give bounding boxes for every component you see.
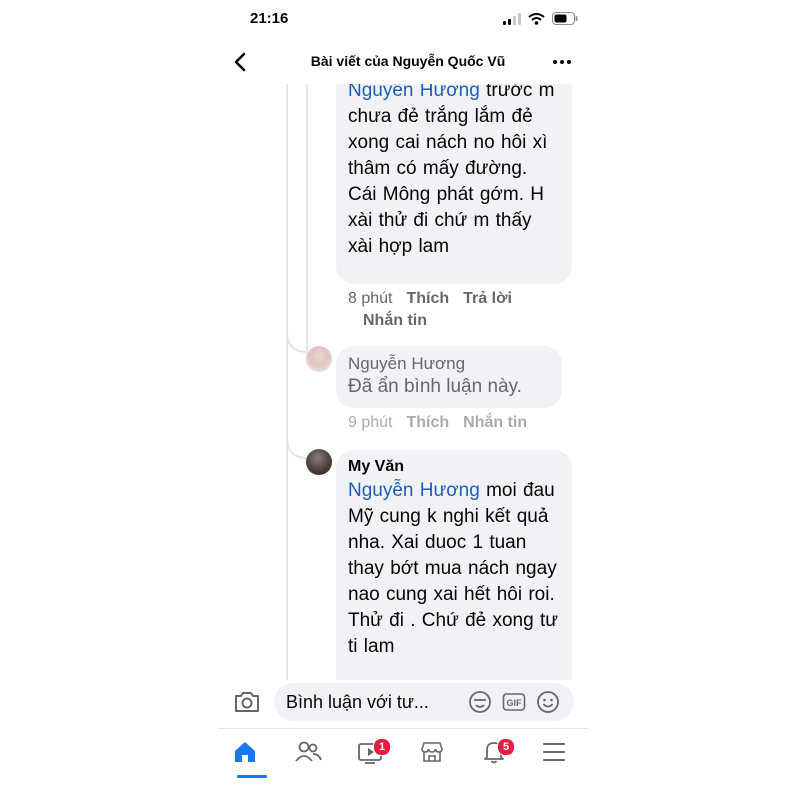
chevron-left-icon bbox=[234, 52, 246, 72]
comment-text-my-van: Nguyễn Hương moi đau Mỹ cung k nghi kết … bbox=[348, 480, 558, 657]
tab-bar: 1 5 bbox=[218, 728, 588, 778]
battery-icon bbox=[552, 12, 578, 25]
comment-input[interactable]: Bình luận với tư... GIF bbox=[274, 683, 574, 721]
gif-icon[interactable]: GIF bbox=[502, 690, 526, 714]
tab-notifications[interactable]: 5 bbox=[474, 735, 515, 769]
comment-actions-hidden: 9 phút Thích Nhắn tin bbox=[348, 414, 527, 432]
avatar-my-van[interactable] bbox=[306, 449, 332, 475]
comment-actions-top-2: Nhắn tin bbox=[363, 312, 427, 330]
marketplace-icon bbox=[421, 742, 443, 762]
friends-icon bbox=[295, 741, 322, 762]
status-icons bbox=[503, 12, 578, 25]
more-button[interactable] bbox=[550, 52, 574, 72]
like-button[interactable]: Thích bbox=[406, 290, 449, 308]
status-time: 21:16 bbox=[250, 10, 289, 27]
comment-bubble-hidden[interactable]: Nguyễn Hương Đã ẩn bình luận này. bbox=[336, 346, 562, 408]
home-icon bbox=[235, 742, 255, 762]
menu-icon bbox=[543, 743, 565, 761]
header: Bài viết của Nguyễn Quốc Vũ bbox=[218, 40, 588, 84]
phone-screen: 21:16 Bài viết của Nguyễn Quốc Vũ Nguyễn… bbox=[218, 0, 588, 800]
sticker-icon[interactable] bbox=[468, 690, 492, 714]
signal-icon bbox=[503, 12, 521, 25]
comment-time: 9 phút bbox=[348, 414, 393, 431]
hidden-comment-text: Đã ẩn bình luận này. bbox=[348, 376, 522, 397]
comment-author-hidden[interactable]: Nguyễn Hương bbox=[348, 354, 550, 374]
comment-thread: Nguyễn Hương trước m chưa đẻ trắng lắm đ… bbox=[218, 84, 588, 680]
message-button[interactable]: Nhắn tin bbox=[363, 312, 427, 330]
page-title: Bài viết của Nguyễn Quốc Vũ bbox=[310, 53, 506, 69]
comment-text-top: Nguyễn Hương trước m chưa đẻ trắng lắm đ… bbox=[348, 84, 560, 260]
avatar-nguyen-huong[interactable] bbox=[306, 346, 332, 372]
thread-line bbox=[286, 84, 288, 680]
notifications-badge: 5 bbox=[497, 738, 515, 756]
tab-menu[interactable] bbox=[534, 735, 574, 769]
more-dots-icon bbox=[553, 60, 571, 64]
thread-line-inner bbox=[306, 84, 308, 354]
message-button[interactable]: Nhắn tin bbox=[463, 414, 527, 432]
mention-link[interactable]: Nguyễn Hương bbox=[348, 84, 480, 101]
comment-author[interactable]: My Văn bbox=[348, 458, 560, 476]
tab-friends[interactable] bbox=[288, 735, 328, 769]
active-tab-indicator bbox=[237, 775, 267, 778]
comment-actions-top: 8 phút Thích Trả lời bbox=[348, 290, 512, 308]
mention-link[interactable]: Nguyễn Hương bbox=[348, 480, 480, 501]
comment-bubble-top[interactable]: Nguyễn Hương trước m chưa đẻ trắng lắm đ… bbox=[336, 84, 572, 284]
video-badge: 1 bbox=[373, 738, 391, 756]
back-button[interactable] bbox=[226, 48, 254, 76]
comment-time: 8 phút bbox=[348, 290, 393, 307]
comment-composer: Bình luận với tư... GIF bbox=[218, 680, 588, 724]
like-button[interactable]: Thích bbox=[406, 414, 449, 432]
tab-home[interactable] bbox=[225, 735, 267, 778]
comment-bubble-my-van[interactable]: My Văn Nguyễn Hương moi đau Mỹ cung k ng… bbox=[336, 450, 572, 680]
emoji-icon[interactable] bbox=[536, 690, 560, 714]
svg-text:GIF: GIF bbox=[507, 698, 523, 708]
reply-button[interactable]: Trả lời bbox=[463, 290, 512, 308]
comment-input-placeholder: Bình luận với tư... bbox=[286, 692, 429, 712]
wifi-icon bbox=[528, 12, 545, 25]
camera-button[interactable] bbox=[232, 687, 262, 717]
tab-marketplace[interactable] bbox=[412, 735, 452, 769]
camera-icon bbox=[235, 692, 259, 712]
tab-video[interactable]: 1 bbox=[350, 735, 391, 769]
